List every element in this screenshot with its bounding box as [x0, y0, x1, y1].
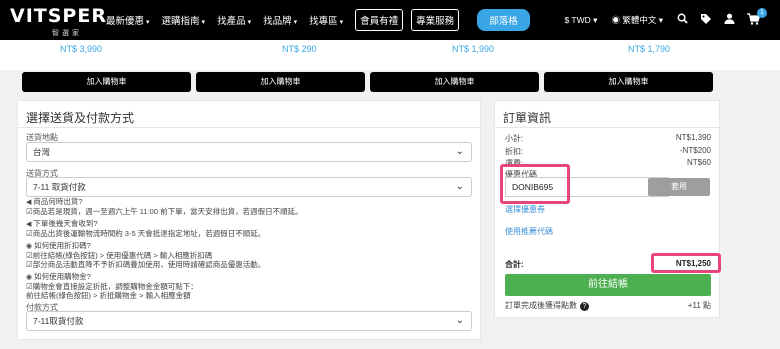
chevron-down-icon: ▾ [247, 19, 252, 26]
apply-coupon-button[interactable]: 套用 [648, 178, 710, 196]
reward-points-row: 訂單完成後獲得點數? +11 點 [505, 301, 711, 311]
logo-subtitle: 智選家 [52, 30, 82, 37]
product-price: NT$ 3,990 [60, 44, 103, 54]
shipping-note-4: ◉ 如何使用購物金? ☑購物金會直接設定折抵，調整購物金金額可點下： 前往結帳(綠… [26, 272, 198, 300]
info-icon: ◉ [26, 274, 33, 281]
nav-find-zones[interactable]: 找專區 ▾ [309, 13, 343, 27]
subtotal-row: 小計: NT$1,390 [505, 133, 711, 143]
product-price: NT$ 1,790 [628, 44, 671, 54]
currency-selector[interactable]: $ TWD ▾ [564, 15, 597, 26]
globe-icon: ◉ [611, 15, 620, 25]
use-referral-link[interactable]: 使用推薦代碼 [505, 226, 553, 237]
chevron-down-icon: ⌄ [455, 181, 464, 192]
add-to-cart-button[interactable]: 加入購物車 [370, 72, 539, 92]
tag-icon[interactable] [700, 13, 712, 28]
total-highlight-box [651, 253, 721, 273]
nav-find-products[interactable]: 找產品 ▾ [217, 13, 251, 27]
add-to-cart-button[interactable]: 加入購物車 [196, 72, 365, 92]
shipping-note-1: ◀ 商品何時出貨? ☑商品若是現貨，週一至週六上午 11:00 前下單，當天安排出… [26, 197, 303, 216]
pro-service-button[interactable]: 專業服務 [411, 9, 460, 31]
shipping-note-2: ◀ 下單後幾天會收到? ☑商品出貨後運輸物流時間約 3-5 天會抵達指定地址，若週… [26, 219, 266, 238]
truck-icon: ◀ [26, 199, 32, 206]
add-to-cart-button[interactable]: 加入購物車 [22, 72, 191, 92]
shipping-payment-panel: 選擇送貨及付款方式 送貨地點 台灣 ⌄ 送貨方式 7-11 取貨付款 ⌄ ◀ 商品… [17, 100, 481, 340]
user-icon[interactable] [724, 13, 735, 27]
main-nav: 最新優惠 ▾ 選購指南 ▾ 找產品 ▾ 找品牌 ▾ 找專區 ▾ 會員有禮 專業服務 部落格 [106, 0, 530, 40]
shipping-location-select[interactable]: 台灣 ⌄ [26, 142, 472, 162]
panel-title: 選擇送貨及付款方式 [18, 101, 480, 128]
coupon-highlight-box [500, 164, 570, 204]
discount-row: 折扣: -NT$200 [505, 146, 711, 156]
blog-button[interactable]: 部落格 [477, 9, 530, 31]
truck-icon: ◀ [26, 221, 32, 228]
shipping-note-3: ◉ 如何使用折扣碼? ☑前往結帳(綠色按鈕) > 使用優惠代碼 > 輸入相應折扣碼… [26, 241, 266, 269]
language-selector[interactable]: ◉ 繁體中文 ▾ [611, 14, 663, 26]
question-icon[interactable]: ? [580, 302, 589, 311]
cart-count-badge: 1 [757, 7, 767, 18]
chevron-down-icon: ▾ [658, 15, 663, 25]
top-navbar: VITSPER 智選家 最新優惠 ▾ 選購指南 ▾ 找產品 ▾ 找品牌 ▾ 找專區 ▾ 會… [0, 0, 780, 40]
chevron-down-icon: ▾ [293, 19, 298, 26]
nav-buying-guide[interactable]: 選購指南 ▾ [162, 13, 206, 27]
payment-method-select[interactable]: 7-11取貨付款 ⌄ [26, 311, 472, 331]
product-price: NT$ 290 [282, 44, 317, 54]
chevron-down-icon: ⌄ [455, 315, 464, 326]
brand-logo[interactable]: VITSPER 智選家 [10, 5, 107, 37]
order-summary-panel: 訂單資訊 小計: NT$1,390 折扣: -NT$200 運費: NT$60 … [494, 100, 720, 318]
checkout-button[interactable]: 前往結帳 [505, 274, 711, 296]
info-icon: ◉ [26, 243, 33, 250]
search-icon[interactable] [677, 13, 688, 27]
member-gift-button[interactable]: 會員有禮 [355, 9, 404, 31]
nav-latest-deals[interactable]: 最新優惠 ▾ [106, 13, 150, 27]
nav-find-brands[interactable]: 找品牌 ▾ [263, 13, 297, 27]
choose-coupon-link[interactable]: 選擇優惠券 [505, 204, 545, 215]
product-strip: NT$ 3,990 NT$ 290 NT$ 1,990 NT$ 1,790 [0, 40, 780, 70]
chevron-down-icon: ▾ [201, 19, 206, 26]
logo-text: VITSPER [10, 5, 107, 27]
panel-title: 訂單資訊 [495, 101, 719, 128]
chevron-down-icon: ▾ [339, 19, 344, 26]
add-to-cart-button[interactable]: 加入購物車 [544, 72, 713, 92]
product-price: NT$ 1,990 [452, 44, 495, 54]
shipping-method-select[interactable]: 7-11 取貨付款 ⌄ [26, 177, 472, 197]
chevron-down-icon: ▾ [593, 14, 598, 25]
header-tools: $ TWD ▾ ◉ 繁體中文 ▾ 1 [564, 0, 780, 40]
cart-icon[interactable]: 1 [747, 7, 767, 28]
chevron-down-icon: ⌄ [455, 146, 464, 157]
chevron-down-icon: ▾ [146, 19, 150, 26]
